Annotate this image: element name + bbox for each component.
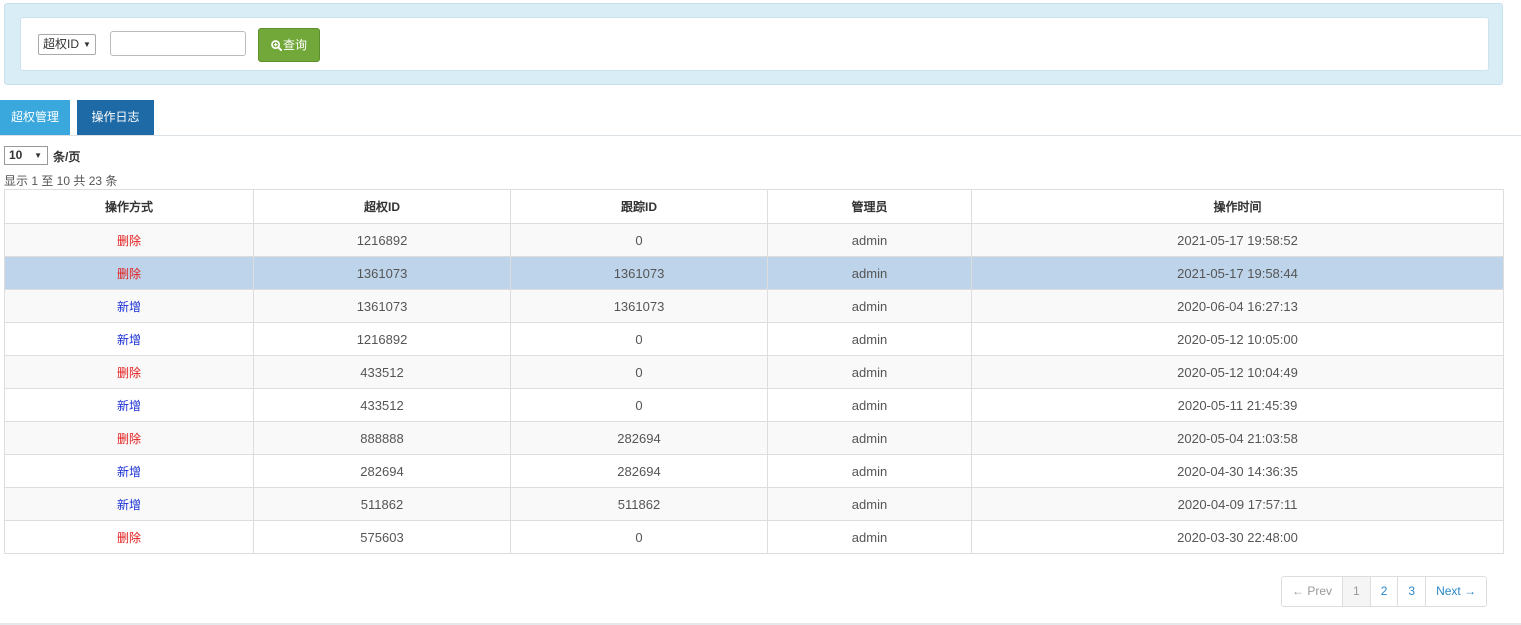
next-page-button[interactable]: Next →: [1425, 577, 1487, 606]
admin-cell: admin: [767, 289, 972, 323]
track-id-cell: 1361073: [510, 289, 768, 323]
table-row[interactable]: 删除 888888 282694 admin 2020-05-04 21:03:…: [4, 421, 1504, 455]
track-id-cell: 0: [510, 388, 768, 422]
page-button-3[interactable]: 3: [1397, 577, 1426, 606]
table-row[interactable]: 删除 1216892 0 admin 2021-05-17 19:58:52: [4, 223, 1504, 257]
column-header-track-id[interactable]: 跟踪ID: [510, 189, 768, 224]
track-id-cell: 0: [510, 355, 768, 389]
table-row[interactable]: 新增 511862 511862 admin 2020-04-09 17:57:…: [4, 487, 1504, 521]
column-header-super-id[interactable]: 超权ID: [253, 189, 511, 224]
action-cell: 新增: [4, 289, 254, 323]
super-id-cell: 433512: [253, 388, 511, 422]
table-row[interactable]: 删除 575603 0 admin 2020-03-30 22:48:00: [4, 520, 1504, 554]
track-id-cell: 511862: [510, 487, 768, 521]
time-cell: 2021-05-17 19:58:44: [971, 256, 1504, 290]
page-length-select[interactable]: 10 ▼: [4, 146, 48, 165]
table-row[interactable]: 删除 433512 0 admin 2020-05-12 10:04:49: [4, 355, 1504, 389]
time-cell: 2020-03-30 22:48:00: [971, 520, 1504, 554]
admin-cell: admin: [767, 520, 972, 554]
page-length-unit: 条/页: [53, 150, 81, 164]
track-id-cell: 1361073: [510, 256, 768, 290]
action-cell: 删除: [4, 256, 254, 290]
zoom-in-icon: [271, 40, 283, 52]
search-button[interactable]: 查询: [258, 28, 320, 62]
admin-cell: admin: [767, 355, 972, 389]
search-panel: 超权ID ▼ 查询: [4, 3, 1503, 85]
prev-page-button[interactable]: ← Prev: [1282, 577, 1343, 606]
time-cell: 2020-05-04 21:03:58: [971, 421, 1504, 455]
chevron-down-icon: ▼: [83, 40, 91, 49]
track-id-cell: 0: [510, 520, 768, 554]
page-button-2[interactable]: 2: [1369, 577, 1398, 606]
action-cell: 删除: [4, 223, 254, 257]
search-form: 超权ID ▼ 查询: [20, 17, 1489, 71]
admin-cell: admin: [767, 454, 972, 488]
column-header-action[interactable]: 操作方式: [4, 189, 254, 224]
search-type-select[interactable]: 超权ID ▼: [38, 34, 96, 55]
search-input[interactable]: [110, 31, 246, 56]
super-id-cell: 888888: [253, 421, 511, 455]
page-length-value: 10: [9, 148, 23, 162]
action-cell: 删除: [4, 421, 254, 455]
table-header-row: 操作方式 超权ID 跟踪ID 管理员 操作时间: [4, 189, 1504, 224]
super-id-cell: 1361073: [253, 289, 511, 323]
admin-cell: admin: [767, 487, 972, 521]
time-cell: 2020-05-12 10:05:00: [971, 322, 1504, 356]
time-cell: 2020-05-12 10:04:49: [971, 355, 1504, 389]
time-cell: 2021-05-17 19:58:52: [971, 223, 1504, 257]
admin-cell: admin: [767, 256, 972, 290]
column-header-time[interactable]: 操作时间: [971, 189, 1504, 224]
action-cell: 删除: [4, 520, 254, 554]
column-header-admin[interactable]: 管理员: [767, 189, 972, 224]
chevron-down-icon: ▼: [34, 151, 42, 160]
table-row[interactable]: 新增 282694 282694 admin 2020-04-30 14:36:…: [4, 454, 1504, 488]
super-id-cell: 1216892: [253, 223, 511, 257]
super-id-cell: 433512: [253, 355, 511, 389]
tab-super-permission-management[interactable]: 超权管理: [0, 100, 70, 135]
time-cell: 2020-04-30 14:36:35: [971, 454, 1504, 488]
track-id-cell: 0: [510, 223, 768, 257]
admin-cell: admin: [767, 322, 972, 356]
table-row[interactable]: 新增 433512 0 admin 2020-05-11 21:45:39: [4, 388, 1504, 422]
operation-log-table: 操作方式 超权ID 跟踪ID 管理员 操作时间 删除 1216892 0 adm…: [4, 189, 1504, 554]
table-row[interactable]: 新增 1216892 0 admin 2020-05-12 10:05:00: [4, 322, 1504, 356]
action-cell: 新增: [4, 454, 254, 488]
super-id-cell: 282694: [253, 454, 511, 488]
time-cell: 2020-04-09 17:57:11: [971, 487, 1504, 521]
table-row[interactable]: 新增 1361073 1361073 admin 2020-06-04 16:2…: [4, 289, 1504, 323]
page-button-1[interactable]: 1: [1342, 577, 1370, 606]
tabs-divider: [0, 135, 1521, 136]
table-info: 显示 1 至 10 共 23 条: [4, 174, 118, 188]
admin-cell: admin: [767, 421, 972, 455]
admin-cell: admin: [767, 388, 972, 422]
super-id-cell: 511862: [253, 487, 511, 521]
search-type-selected: 超权ID: [43, 37, 80, 51]
track-id-cell: 0: [510, 322, 768, 356]
action-cell: 新增: [4, 487, 254, 521]
action-cell: 新增: [4, 322, 254, 356]
super-id-cell: 575603: [253, 520, 511, 554]
track-id-cell: 282694: [510, 421, 768, 455]
table-row-selected[interactable]: 删除 1361073 1361073 admin 2021-05-17 19:5…: [4, 256, 1504, 290]
track-id-cell: 282694: [510, 454, 768, 488]
super-id-cell: 1361073: [253, 256, 511, 290]
admin-cell: admin: [767, 223, 972, 257]
action-cell: 新增: [4, 388, 254, 422]
search-button-label: 查询: [282, 38, 307, 52]
tab-operation-log[interactable]: 操作日志: [77, 100, 154, 135]
super-id-cell: 1216892: [253, 322, 511, 356]
action-cell: 删除: [4, 355, 254, 389]
time-cell: 2020-06-04 16:27:13: [971, 289, 1504, 323]
time-cell: 2020-05-11 21:45:39: [971, 388, 1504, 422]
pagination: ← Prev 1 2 3 Next →: [1281, 576, 1488, 607]
